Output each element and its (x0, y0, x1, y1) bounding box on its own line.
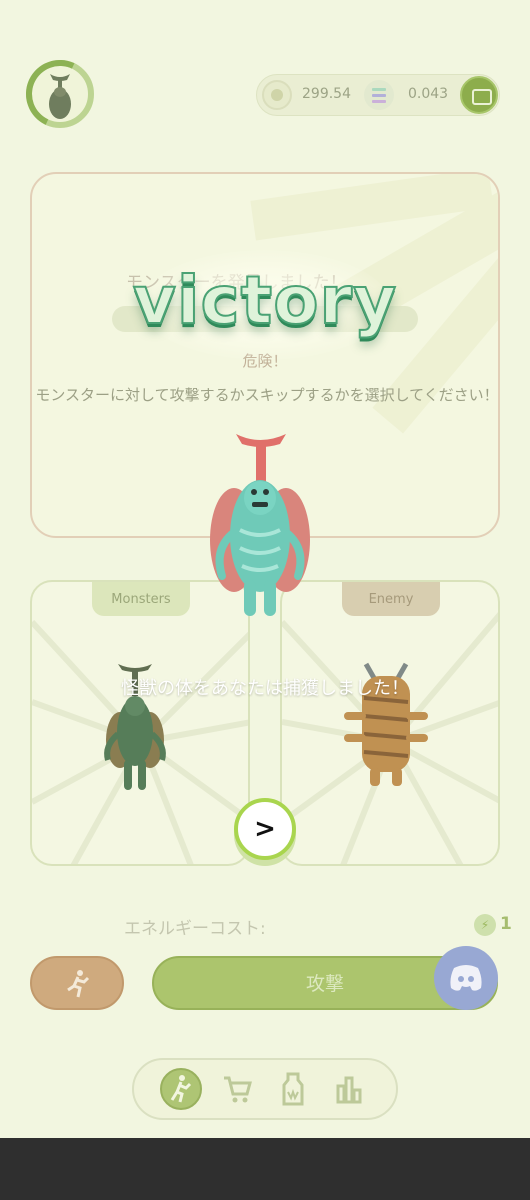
captured-message: 怪獣の体をあなたは捕獲しました！ (121, 678, 409, 699)
game-screen: 299.54 0.043 モンスターを発見しました！ 危険！ モンスターに対して… (0, 0, 530, 1138)
chevron-right-icon: > (254, 814, 276, 844)
next-button[interactable]: > (234, 798, 296, 860)
system-nav-bar (0, 1138, 530, 1200)
victory-title: victory (132, 261, 398, 340)
captured-monster-sprite (210, 434, 310, 616)
